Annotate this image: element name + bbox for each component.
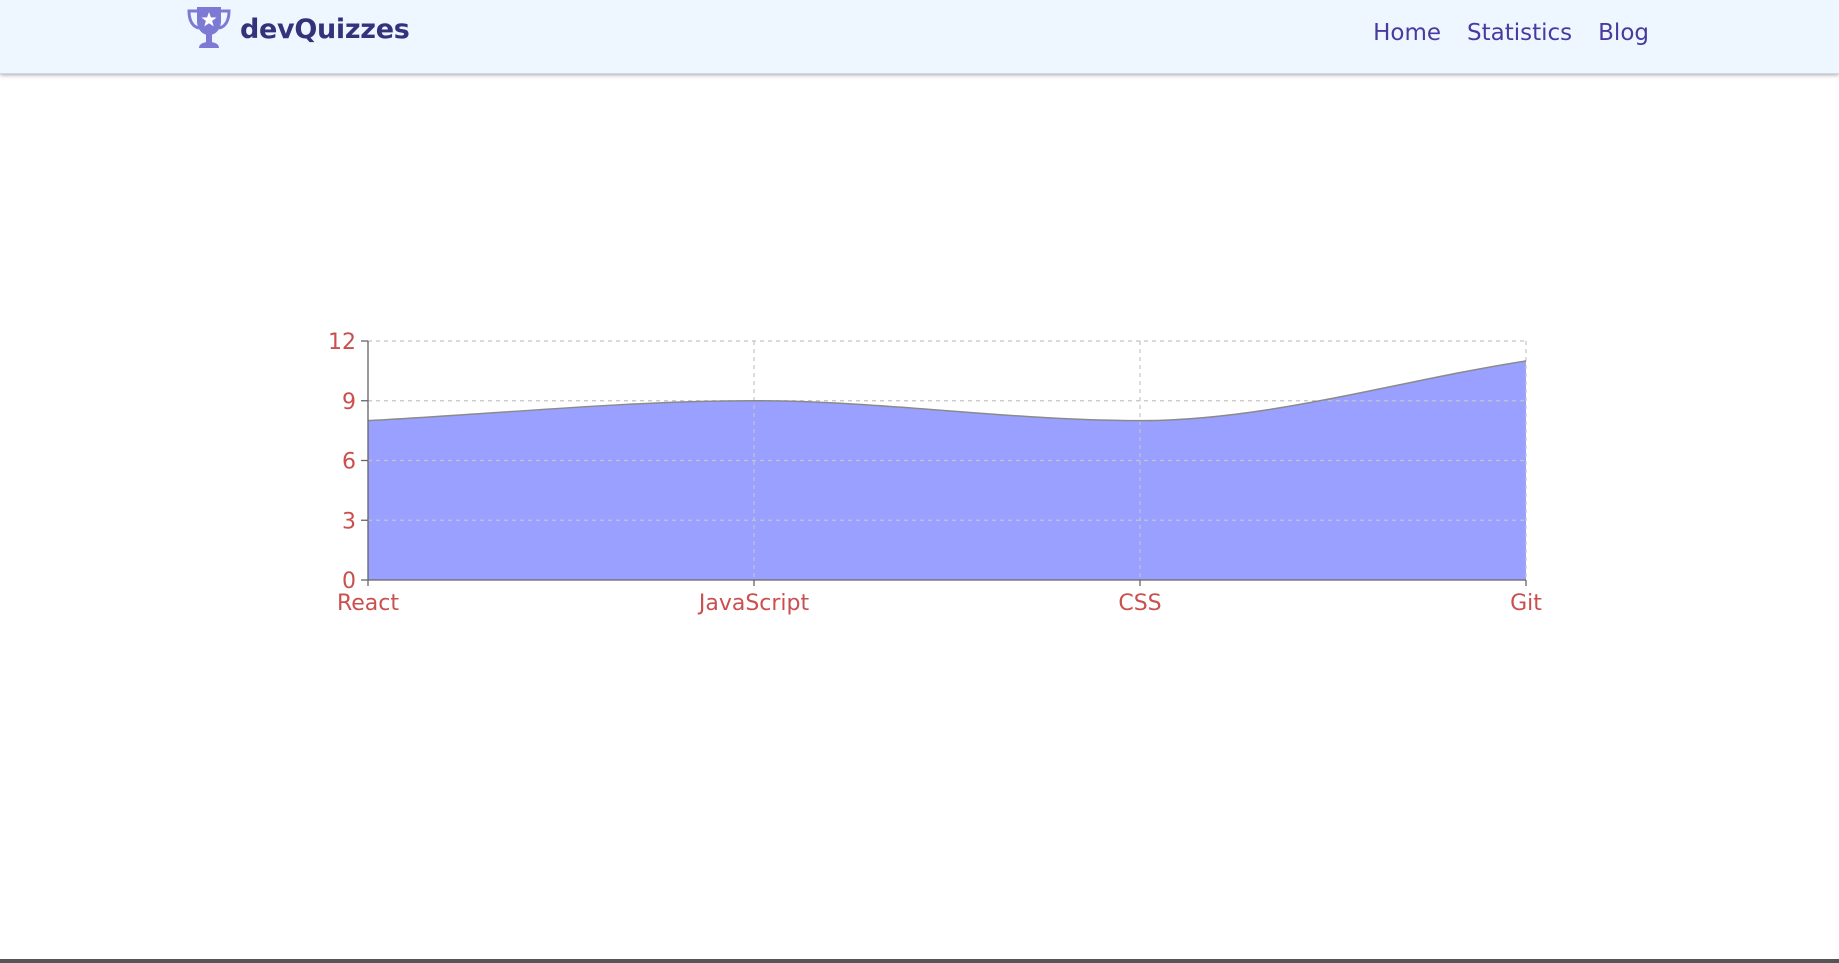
area-chart: 036912React JavaScript CSS Git <box>328 330 1542 616</box>
x-tick-label: Git <box>1510 591 1542 616</box>
statistics-chart: 0 3 6 9 12 React JavaScript CSS Git <box>0 0 1839 963</box>
x-tick-label: CSS <box>1118 591 1161 616</box>
x-tick-label: JavaScript <box>697 591 810 616</box>
y-tick-label: 12 <box>328 330 356 355</box>
y-tick-label: 3 <box>342 509 356 534</box>
x-tick-label: React <box>337 591 399 616</box>
page-bottom-border <box>0 959 1839 963</box>
y-tick-label: 6 <box>342 450 356 475</box>
y-tick-label: 9 <box>342 390 356 415</box>
